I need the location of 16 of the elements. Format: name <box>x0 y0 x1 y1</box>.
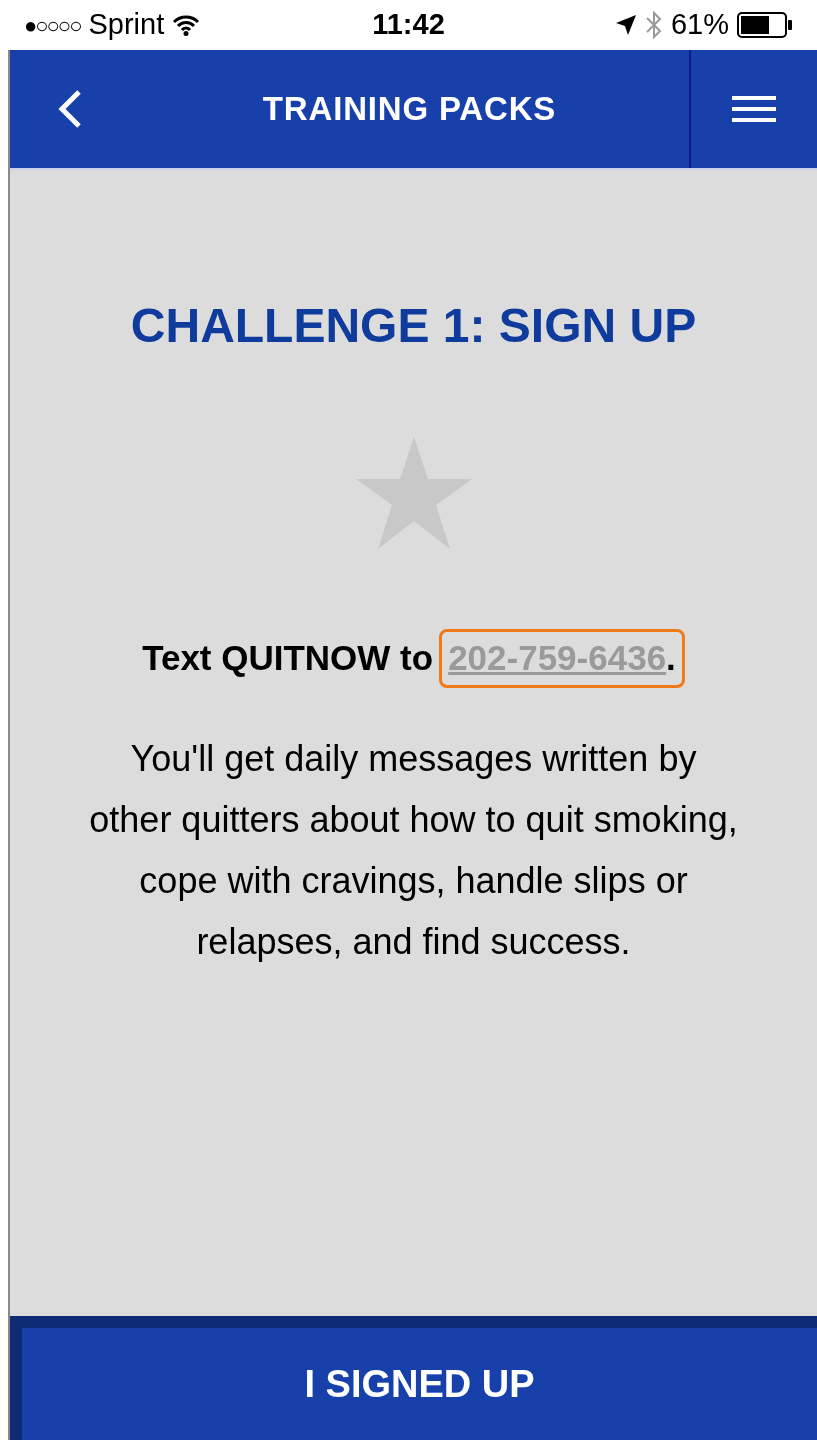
signed-up-button[interactable]: I SIGNED UP <box>22 1328 817 1440</box>
battery-percent: 61% <box>670 7 729 43</box>
back-icon <box>57 89 83 129</box>
period-text: . <box>666 637 676 679</box>
clock-time: 11:42 <box>371 7 446 43</box>
bluetooth-icon <box>644 10 663 40</box>
challenge-title: CHALLENGE 1: SIGN UP <box>130 298 697 354</box>
wifi-icon <box>172 14 201 36</box>
carrier-name: Sprint <box>88 7 165 43</box>
battery-icon <box>737 12 793 38</box>
location-arrow-icon <box>614 14 637 36</box>
menu-icon <box>732 95 776 123</box>
signal-strength: ●○○○○ <box>24 11 81 40</box>
header-title: TRAINING PACKS <box>261 89 558 130</box>
description-text: You'll get daily messages written by other quitters about how to quit smoking, cope with cravings, handle slips or relapses, and find success. <box>88 736 739 964</box>
instruction-text: Text QUITNOW to <box>142 637 434 679</box>
